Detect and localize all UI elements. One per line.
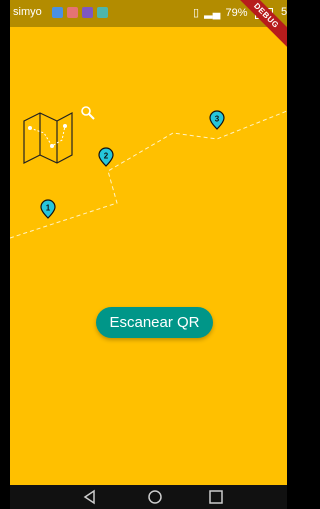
back-icon — [83, 489, 95, 505]
navigation-bar — [10, 485, 287, 509]
route-path — [10, 110, 287, 239]
map-marker-3: 3 — [209, 110, 225, 130]
vibrate-icon: ▯ — [193, 7, 200, 19]
marker-label: 3 — [215, 115, 220, 124]
magnifier-icon — [81, 106, 95, 120]
home-icon — [148, 490, 162, 504]
app-screen: simyo ▯ ▂▄ 79% 5 DEBUG 1 2 3 Escanear QR — [10, 0, 287, 509]
carrier-name: simyo — [13, 6, 42, 18]
map-marker-1: 1 — [40, 199, 56, 219]
home-button[interactable] — [147, 489, 163, 505]
recents-button[interactable] — [208, 489, 224, 505]
marker-label: 1 — [46, 204, 51, 213]
back-button[interactable] — [82, 489, 98, 505]
scan-qr-button[interactable]: Escanear QR — [96, 307, 213, 338]
signal-icon: ▂▄ — [204, 7, 221, 19]
marker-label: 2 — [104, 152, 109, 161]
map-illustration: 1 2 3 — [10, 106, 287, 239]
recents-icon — [209, 490, 223, 504]
app-notification-icon — [52, 7, 63, 18]
app-notification-icon — [67, 7, 78, 18]
clock: 5 — [281, 6, 287, 18]
folded-map-icon — [23, 112, 73, 164]
app-notification-icon — [97, 7, 108, 18]
map-marker-2: 2 — [98, 147, 114, 167]
app-notification-icon — [82, 7, 93, 18]
battery-percent: 79% — [225, 7, 248, 19]
